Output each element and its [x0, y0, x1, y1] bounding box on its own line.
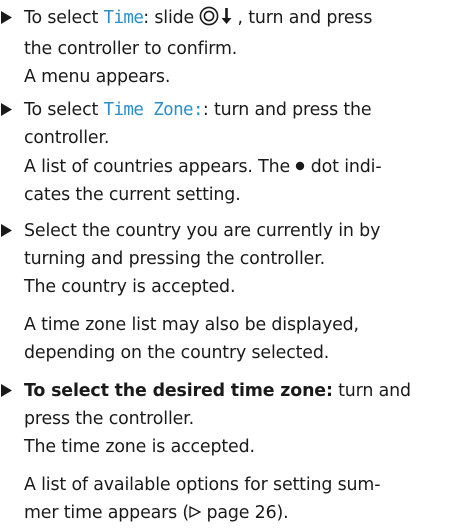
selection-dot-icon [295, 152, 305, 180]
display-text-time: Time [103, 8, 144, 28]
step-text: , turn and press [237, 8, 373, 28]
step-line: press the controller. [24, 409, 194, 429]
step-note-line: depending on the country selected. [24, 343, 330, 363]
step-select-time: To select Time: slide , turn and press t… [0, 4, 462, 91]
page-reference-arrow-icon [189, 499, 202, 527]
step-result-line: A list of countries appears. The dot ind… [24, 152, 462, 181]
controller-slide-down-icon [199, 6, 237, 35]
step-text: A list of countries appears. The [24, 157, 296, 177]
step-text: mer time appears ( [24, 503, 190, 523]
step-note-line: A time zone list may also be displayed, [24, 315, 359, 335]
step-select-time-zone: To select the desired time zone: turn an… [0, 377, 462, 527]
step-note-line: mer time appears ( page 26). [24, 499, 462, 527]
page-reference-link[interactable]: page 26 [201, 503, 276, 523]
page-reference-text: page 26 [206, 503, 277, 523]
step-line: To select Time: slide , turn and press [24, 4, 462, 35]
step-text: To select [24, 100, 104, 120]
step-text: To select [24, 8, 104, 28]
step-result-line: The time zone is accepted. [24, 437, 255, 457]
triangle-bullet-icon [1, 377, 15, 405]
step-text: dot indi- [305, 157, 382, 177]
step-select-time-zone-menu: To select Time Zone:: turn and press the… [0, 96, 462, 209]
step-note-line: A list of available options for setting … [24, 475, 381, 495]
step-line: turning and pressing the controller. [24, 249, 325, 269]
display-text-time-zone: Time Zone: [103, 100, 204, 120]
step-result-line: The country is accepted. [24, 277, 236, 297]
step-text: : slide [143, 8, 200, 28]
step-line: controller. [24, 128, 110, 148]
step-text: turn and [332, 381, 411, 401]
step-line: Select the country you are currently in … [24, 221, 381, 241]
triangle-bullet-icon [1, 96, 15, 124]
step-line: To select the desired time zone: turn an… [24, 377, 462, 405]
step-text: ). [276, 503, 289, 523]
step-line: the controller to confirm. [24, 39, 238, 59]
step-heading: To select the desired time zone: [24, 381, 333, 401]
step-line: To select Time Zone:: turn and press the [24, 96, 462, 124]
triangle-bullet-icon [1, 4, 15, 32]
step-result-line: cates the current setting. [24, 185, 241, 205]
manual-page: To select Time: slide , turn and press t… [0, 0, 462, 529]
step-select-country: Select the country you are currently in … [0, 217, 462, 367]
triangle-bullet-icon [1, 217, 15, 245]
step-text: : turn and press the [202, 100, 372, 120]
step-result-line: A menu appears. [24, 67, 171, 87]
